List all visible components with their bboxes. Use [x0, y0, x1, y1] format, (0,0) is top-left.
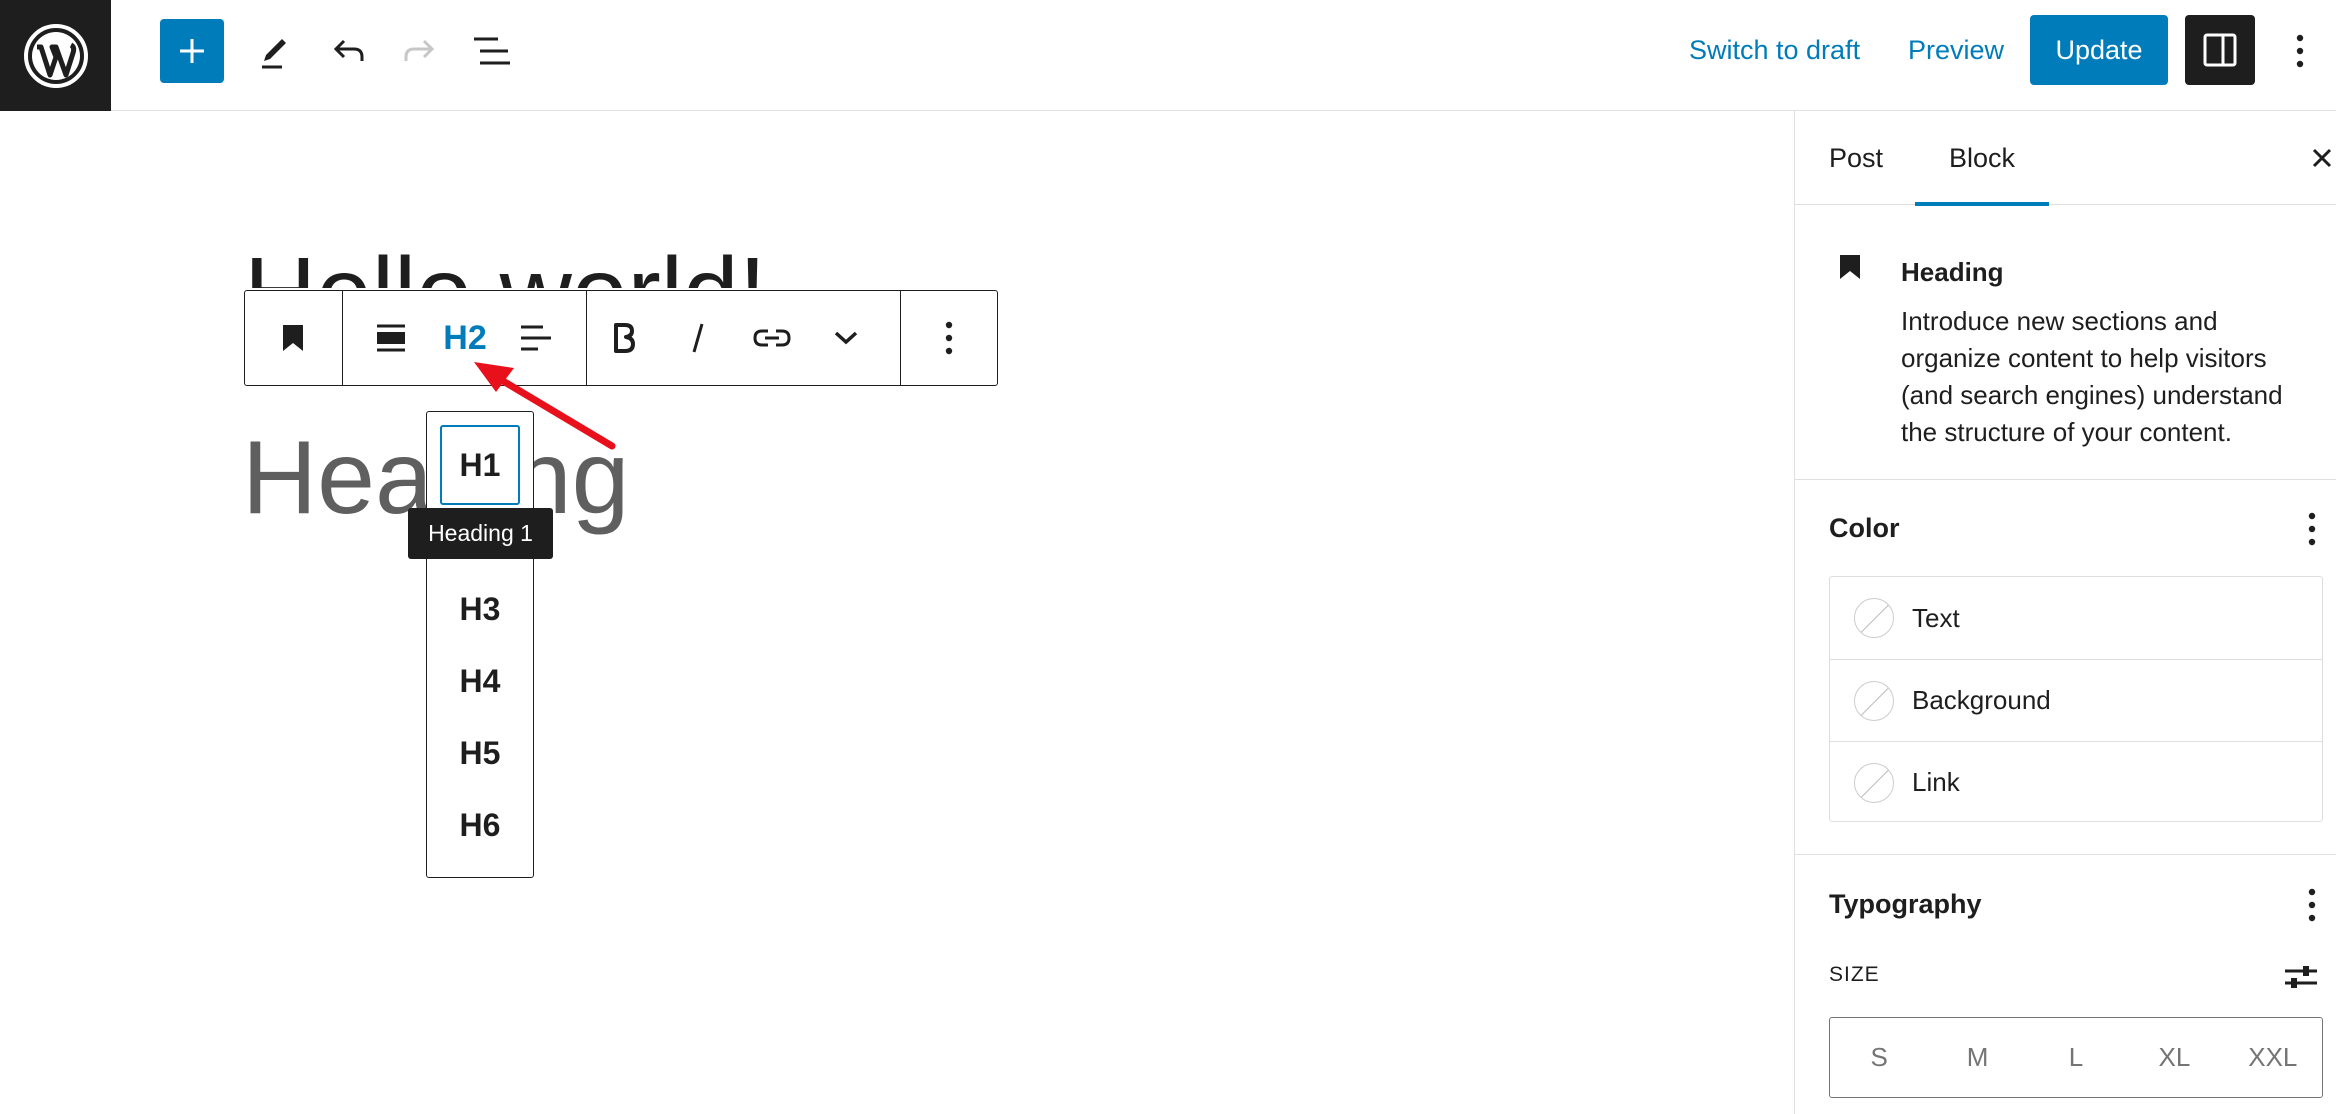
font-size-label: SIZE [1829, 963, 1880, 986]
heading-level-h3[interactable]: H3 [427, 573, 533, 645]
align-button[interactable] [343, 291, 439, 385]
bookmark-icon [283, 325, 303, 351]
heading-level-button[interactable]: H2 [439, 291, 491, 385]
size-option-xl[interactable]: XL [2125, 1018, 2223, 1097]
font-size-picker: S M L XL XXL [1829, 1017, 2323, 1098]
undo-button[interactable] [318, 21, 378, 81]
redo-icon [404, 39, 435, 61]
color-item-label: Text [1912, 602, 1960, 633]
heading-level-label: H2 [443, 318, 487, 357]
block-options-button[interactable] [901, 291, 997, 385]
size-option-m[interactable]: M [1928, 1018, 2026, 1097]
more-vertical-icon [2308, 888, 2316, 922]
more-vertical-icon [945, 321, 953, 355]
link-icon [753, 329, 791, 347]
block-toolbar: H2 [244, 290, 998, 386]
settings-sidebar: Post Block Heading Introduce new section… [1794, 111, 2336, 1114]
close-icon [2312, 148, 2332, 168]
preview-button[interactable]: Preview [1908, 30, 2004, 70]
pencil-icon [262, 39, 286, 69]
settings-toggle-button[interactable] [2185, 15, 2255, 85]
chevron-down-icon [834, 331, 858, 345]
panel-divider [1795, 854, 2336, 855]
undo-icon [333, 39, 364, 61]
text-align-left-icon [521, 325, 551, 351]
editor-header: Switch to draft Preview Update [0, 0, 2336, 111]
wordpress-logo[interactable] [0, 0, 111, 111]
tools-button[interactable] [244, 21, 304, 81]
color-item-label: Link [1912, 767, 1960, 797]
list-view-button[interactable] [462, 21, 522, 81]
italic-icon [692, 323, 704, 353]
size-option-l[interactable]: L [2027, 1018, 2125, 1097]
update-button[interactable]: Update [2030, 15, 2168, 85]
color-options-button[interactable] [2297, 509, 2327, 549]
tab-post[interactable]: Post [1829, 111, 1883, 205]
more-formats-button[interactable] [809, 291, 883, 385]
empty-swatch-icon [1854, 680, 1894, 721]
heading-level-h1[interactable]: H1 [440, 425, 520, 505]
heading-controls-group: H2 [343, 291, 587, 385]
sidebar-icon [2203, 33, 2237, 67]
more-vertical-icon [2296, 34, 2304, 68]
bookmark-icon [1840, 255, 1860, 279]
color-item-label: Background [1912, 685, 2051, 715]
custom-size-button[interactable] [2281, 959, 2321, 995]
heading-level-h5[interactable]: H5 [427, 717, 533, 789]
bold-icon [614, 323, 635, 353]
align-icon [377, 324, 405, 352]
typography-options-button[interactable] [2297, 885, 2327, 925]
close-sidebar-button[interactable] [2305, 141, 2336, 175]
block-card-title: Heading [1901, 257, 2004, 287]
more-vertical-icon [2308, 512, 2316, 546]
typography-panel-title: Typography [1829, 889, 1982, 919]
block-type-button[interactable] [245, 291, 341, 385]
list-view-icon [474, 37, 510, 65]
heading-level-h4[interactable]: H4 [427, 645, 533, 717]
tab-block[interactable]: Block [1915, 111, 2049, 206]
format-group [587, 291, 901, 385]
block-card: Heading Introduce new sections and organ… [1795, 205, 2336, 480]
empty-swatch-icon [1854, 762, 1894, 803]
size-option-s[interactable]: S [1830, 1018, 1928, 1097]
sidebar-tabs: Post Block [1795, 111, 2336, 206]
heading-level-menu: H1 H2 H3 H4 H5 H6 [426, 411, 534, 878]
add-block-button[interactable] [160, 19, 224, 83]
size-option-xxl[interactable]: XXL [2224, 1018, 2322, 1097]
bold-button[interactable] [587, 291, 661, 385]
italic-button[interactable] [661, 291, 735, 385]
color-item-link[interactable]: Link [1830, 741, 2322, 823]
color-panel-title: Color [1829, 513, 1900, 543]
link-button[interactable] [735, 291, 809, 385]
options-menu-button[interactable] [2280, 21, 2320, 81]
block-card-description: Introduce new sections and organize cont… [1901, 306, 2283, 447]
settings-sliders-icon [2285, 966, 2317, 988]
wordpress-icon [23, 23, 88, 88]
switch-to-draft-button[interactable]: Switch to draft [1689, 30, 1860, 70]
color-item-text[interactable]: Text [1830, 577, 2322, 659]
redo-button[interactable] [390, 21, 450, 81]
block-type-group [245, 291, 343, 385]
post-title[interactable]: Hello world! [244, 238, 766, 288]
empty-swatch-icon [1854, 598, 1894, 638]
heading-1-tooltip: Heading 1 [408, 508, 553, 559]
color-settings-list: Text Background Link [1829, 576, 2323, 822]
color-item-background[interactable]: Background [1830, 659, 2322, 741]
heading-level-h6[interactable]: H6 [427, 789, 533, 861]
plus-icon [180, 39, 204, 63]
text-align-button[interactable] [491, 291, 581, 385]
options-group [901, 291, 997, 385]
